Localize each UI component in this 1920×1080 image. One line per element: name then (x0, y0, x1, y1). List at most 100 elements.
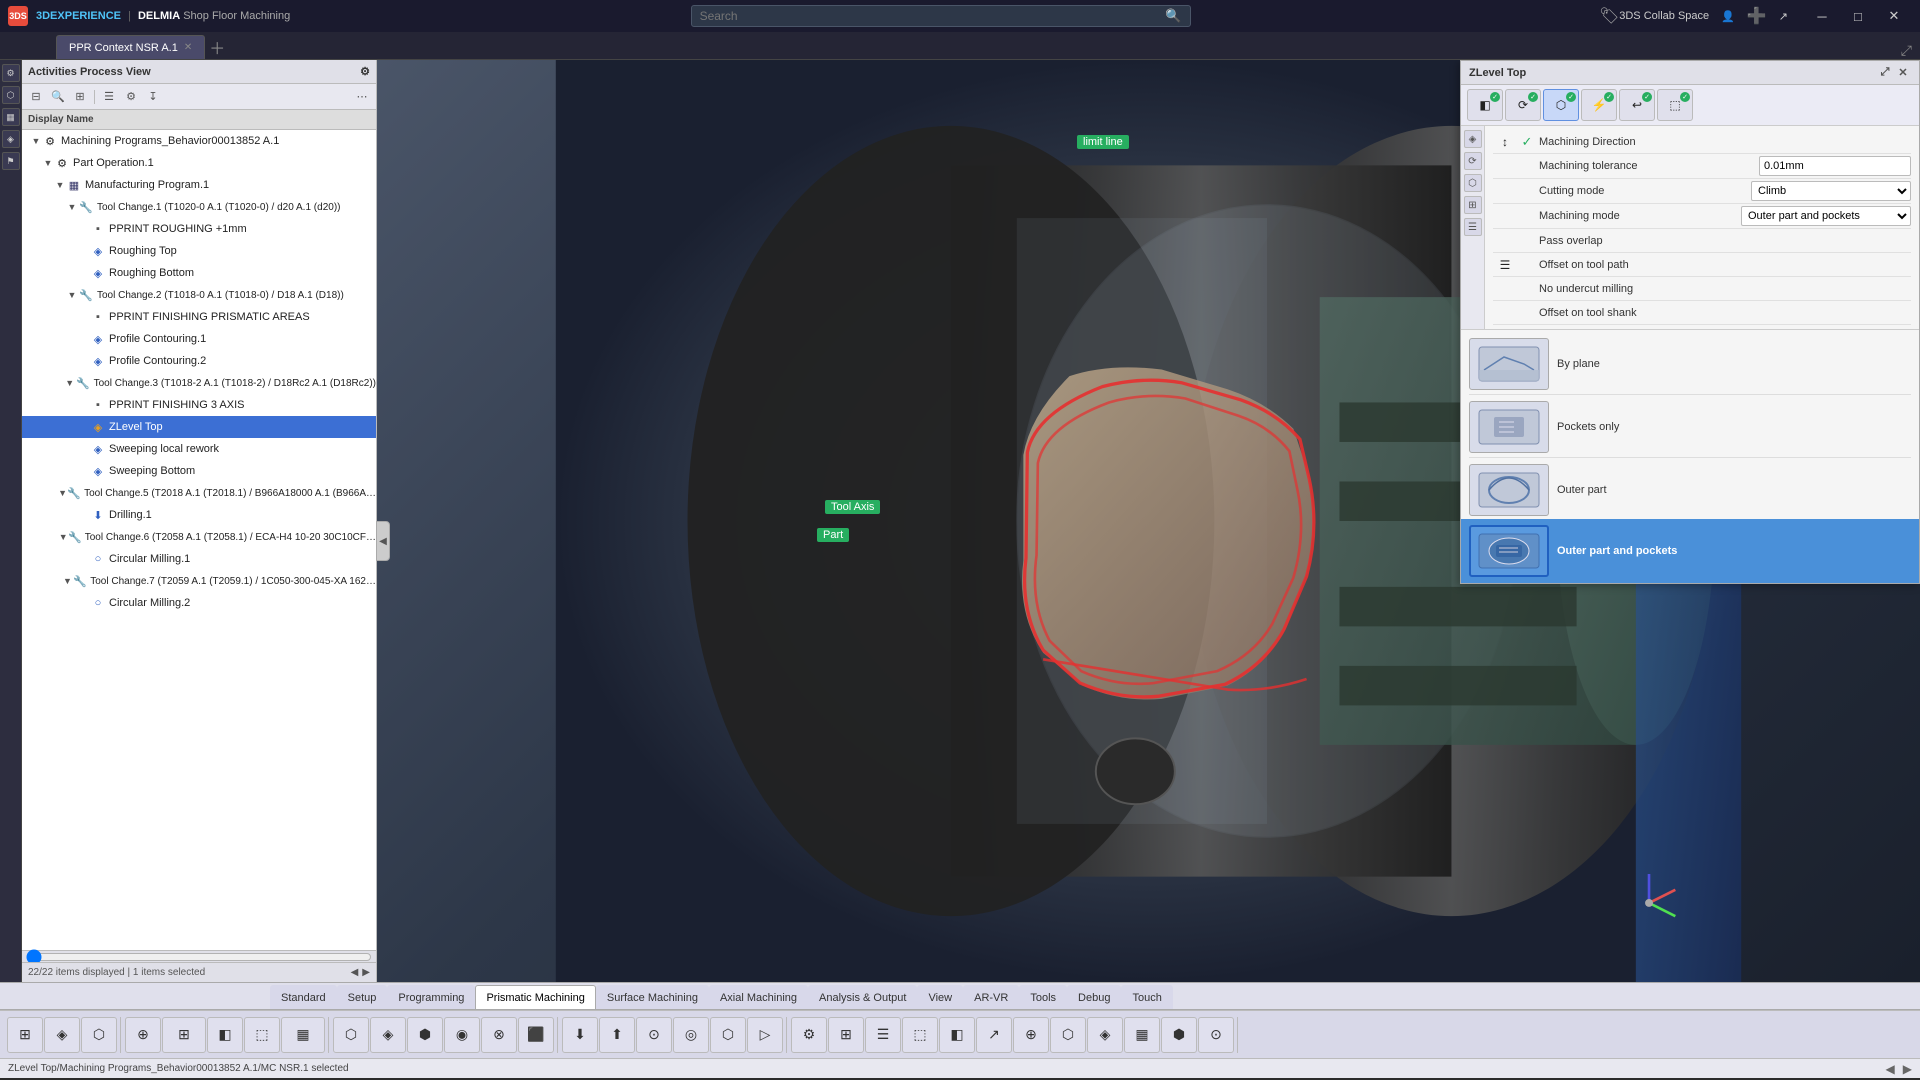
tb-btn-drill2[interactable]: ⬆ (599, 1017, 635, 1053)
tb-btn-extra5[interactable]: ◧ (939, 1017, 975, 1053)
maximize-button[interactable]: □ (1840, 0, 1876, 32)
toggle-tc5[interactable]: ▼ (58, 487, 68, 499)
tool-path-btn[interactable]: ⬡ ✓ (1543, 89, 1579, 121)
tb-btn-op4[interactable]: ⬚ (244, 1017, 280, 1053)
scroll-left-btn[interactable]: ◀ (351, 967, 359, 978)
mode-thumb-pockets[interactable] (1469, 401, 1549, 453)
toolbar-search-btn[interactable]: 🔍 (48, 88, 68, 106)
toggle-part-op[interactable]: ▼ (42, 157, 54, 169)
toggle-tc6[interactable]: ▼ (58, 531, 68, 543)
tb-btn-extra9[interactable]: ◈ (1087, 1017, 1123, 1053)
toolbar-settings-btn[interactable]: ⚙ (121, 88, 141, 106)
share-icon[interactable]: ↗ (1779, 10, 1788, 23)
toolbar-more-btn[interactable]: ⋯ (352, 88, 372, 106)
mode-thumb-outer-pockets[interactable] (1469, 525, 1549, 577)
tb-btn-mill4[interactable]: ◉ (444, 1017, 480, 1053)
tree-item-roughing-bottom[interactable]: ◈ Roughing Bottom (22, 262, 376, 284)
left-icon-3[interactable]: ▦ (2, 108, 20, 126)
add-icon[interactable]: ➕ (1747, 6, 1767, 26)
tb-btn-drill5[interactable]: ⬡ (710, 1017, 746, 1053)
strategy-btn[interactable]: ⟳ ✓ (1505, 89, 1541, 121)
si-btn-5[interactable]: ☰ (1464, 218, 1482, 236)
tree-item-tc5[interactable]: ▼ 🔧 Tool Change.5 (T2018 A.1 (T2018.1) /… (22, 482, 376, 504)
btab-setup[interactable]: Setup (337, 985, 388, 1009)
tb-btn-3d[interactable]: ◈ (44, 1017, 80, 1053)
statusbar-arrow-left[interactable]: ◀ (1886, 1062, 1895, 1076)
si-btn-2[interactable]: ⟳ (1464, 152, 1482, 170)
tb-btn-drill3[interactable]: ⊙ (636, 1017, 672, 1053)
left-icon-4[interactable]: ◈ (2, 130, 20, 148)
tab-close-icon[interactable]: ✕ (184, 42, 192, 53)
feeds-speeds-btn[interactable]: ⚡ ✓ (1581, 89, 1617, 121)
tb-btn-mill5[interactable]: ⊗ (481, 1017, 517, 1053)
tree-item-sweeping-bottom[interactable]: ◈ Sweeping Bottom (22, 460, 376, 482)
btab-analysis[interactable]: Analysis & Output (808, 985, 917, 1009)
toolbar-export-btn[interactable]: ↧ (143, 88, 163, 106)
si-btn-1[interactable]: ◈ (1464, 130, 1482, 148)
tb-btn-drill4[interactable]: ◎ (673, 1017, 709, 1053)
tree-container[interactable]: ▼ ⚙ Machining Programs_Behavior00013852 … (22, 130, 376, 950)
btab-axial[interactable]: Axial Machining (709, 985, 808, 1009)
statusbar-arrow-right[interactable]: ▶ (1903, 1062, 1912, 1076)
tree-item-pprint2[interactable]: ▪ PPRINT FINISHING PRISMATIC AREAS (22, 306, 376, 328)
toggle-tc3[interactable]: ▼ (64, 377, 75, 389)
tag-icon[interactable]: 🏷 (1599, 6, 1619, 26)
tb-btn-op3[interactable]: ◧ (207, 1017, 243, 1053)
machining-mode-select[interactable]: Outer part and pockets By plane Pockets … (1741, 206, 1911, 226)
mode-row-outer-pockets-selected[interactable]: Outer part and pockets (1461, 519, 1919, 583)
tree-item-profile-1[interactable]: ◈ Profile Contouring.1 (22, 328, 376, 350)
tb-btn-op5[interactable]: ▦ (281, 1017, 325, 1053)
tb-btn-mill3[interactable]: ⬢ (407, 1017, 443, 1053)
tb-btn-op2[interactable]: ⊞ (162, 1017, 206, 1053)
btab-touch[interactable]: Touch (1121, 985, 1172, 1009)
btab-debug[interactable]: Debug (1067, 985, 1121, 1009)
tb-btn-extra2[interactable]: ⊞ (828, 1017, 864, 1053)
zlevel-close-btn[interactable]: ✕ (1895, 65, 1911, 81)
user-icon[interactable]: 👤 (1721, 10, 1735, 23)
scroll-right-btn[interactable]: ▶ (362, 967, 370, 978)
btab-programming[interactable]: Programming (387, 985, 475, 1009)
tree-item-circular-1[interactable]: ○ Circular Milling.1 (22, 548, 376, 570)
si-btn-3[interactable]: ⬡ (1464, 174, 1482, 192)
tree-item-sweeping-local[interactable]: ◈ Sweeping local rework (22, 438, 376, 460)
add-tab-button[interactable]: ＋ (205, 35, 229, 59)
tb-btn-drill6[interactable]: ▷ (747, 1017, 783, 1053)
tb-btn-op1[interactable]: ⊕ (125, 1017, 161, 1053)
mode-thumb-outer[interactable] (1469, 464, 1549, 516)
panel-settings-icon[interactable]: ⚙ (360, 65, 370, 78)
machining-tolerance-input[interactable] (1759, 156, 1911, 176)
tb-btn-view[interactable]: ⬡ (81, 1017, 117, 1053)
tree-item-tc2[interactable]: ▼ 🔧 Tool Change.2 (T1018-0 A.1 (T1018-0)… (22, 284, 376, 306)
tb-btn-extra4[interactable]: ⬚ (902, 1017, 938, 1053)
panel-collapse-arrow[interactable]: ◀ (376, 521, 390, 561)
tb-btn-table[interactable]: ⊞ (7, 1017, 43, 1053)
tb-btn-mill1[interactable]: ⬡ (333, 1017, 369, 1053)
tb-btn-extra1[interactable]: ⚙ (791, 1017, 827, 1053)
toggle-tc2[interactable]: ▼ (66, 289, 78, 301)
tb-btn-extra12[interactable]: ⊙ (1198, 1017, 1234, 1053)
tree-item-tc7[interactable]: ▼ 🔧 Tool Change.7 (T2059 A.1 (T2059.1) /… (22, 570, 376, 592)
tb-btn-extra10[interactable]: ▦ (1124, 1017, 1160, 1053)
mode-thumb-byplane[interactable] (1469, 338, 1549, 390)
left-icon-5[interactable]: ⚑ (2, 152, 20, 170)
tb-btn-mill6[interactable]: ⬛ (518, 1017, 554, 1053)
tb-btn-mill2[interactable]: ◈ (370, 1017, 406, 1053)
tb-btn-extra6[interactable]: ↗ (976, 1017, 1012, 1053)
tree-item-tc1[interactable]: ▼ 🔧 Tool Change.1 (T1020-0 A.1 (T1020-0)… (22, 196, 376, 218)
tree-item-mfg-prog[interactable]: ▼ ▦ Manufacturing Program.1 (22, 174, 376, 196)
minimize-button[interactable]: ─ (1804, 0, 1840, 32)
tree-item-drilling1[interactable]: ⬇ Drilling.1 (22, 504, 376, 526)
zlevel-expand-btn[interactable]: ⤢ (1877, 65, 1893, 81)
tb-btn-extra3[interactable]: ☰ (865, 1017, 901, 1053)
output-btn[interactable]: ⬚ ✓ (1657, 89, 1693, 121)
tree-item-root[interactable]: ▼ ⚙ Machining Programs_Behavior00013852 … (22, 130, 376, 152)
toolbar-columns-btn[interactable]: ☰ (99, 88, 119, 106)
tree-item-tc3[interactable]: ▼ 🔧 Tool Change.3 (T1018-2 A.1 (T1018-2)… (22, 372, 376, 394)
tree-item-pprint3[interactable]: ▪ PPRINT FINISHING 3 AXIS (22, 394, 376, 416)
toggle-tc1[interactable]: ▼ (66, 201, 78, 213)
si-btn-4[interactable]: ⊞ (1464, 196, 1482, 214)
tb-btn-drill1[interactable]: ⬇ (562, 1017, 598, 1053)
btab-standard[interactable]: Standard (270, 985, 337, 1009)
tab-ppr-context[interactable]: PPR Context NSR A.1 ✕ (56, 35, 205, 59)
tree-item-part-op[interactable]: ▼ ⚙ Part Operation.1 (22, 152, 376, 174)
